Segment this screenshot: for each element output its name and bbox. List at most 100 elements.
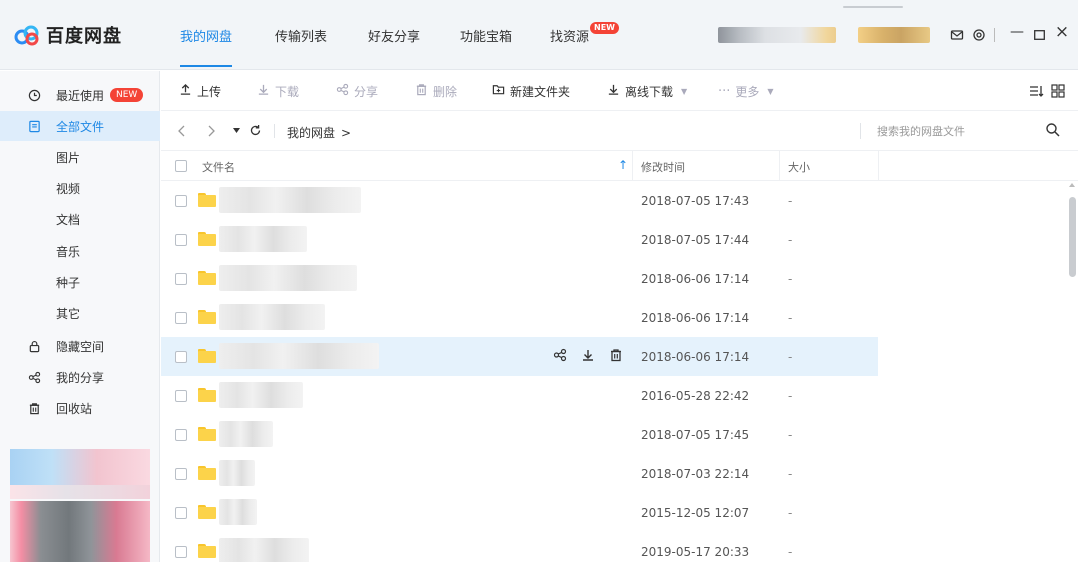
modified-date: 2018-07-05 17:44	[641, 233, 750, 247]
row-checkbox[interactable]	[175, 273, 187, 285]
tab-feature-box[interactable]: 功能宝箱	[460, 26, 512, 45]
column-header-name[interactable]: 文件名	[202, 159, 235, 175]
sidebar-item-recycle-bin[interactable]: 回收站	[0, 393, 160, 423]
row-checkbox[interactable]	[175, 351, 187, 363]
share-icon	[26, 369, 42, 385]
file-row[interactable]: 2016-05-28 22:42 -	[161, 376, 878, 415]
refresh-icon[interactable]	[249, 124, 262, 137]
row-checkbox[interactable]	[175, 390, 187, 402]
sort-icon[interactable]	[1029, 84, 1044, 98]
download-button[interactable]: 下载	[257, 83, 299, 100]
column-divider	[779, 151, 780, 181]
upload-button[interactable]: 上传	[179, 83, 221, 100]
file-name-blurred[interactable]	[219, 499, 257, 525]
share-button[interactable]: 分享	[336, 83, 378, 100]
sidebar-item-my-shares[interactable]: 我的分享	[0, 362, 160, 392]
sidebar-item-documents[interactable]: 文档	[0, 204, 160, 234]
file-name-blurred[interactable]	[219, 304, 325, 330]
select-all-checkbox[interactable]	[175, 160, 187, 172]
file-row[interactable]: 2015-12-05 12:07 -	[161, 493, 878, 532]
sidebar-item-hidden-space[interactable]: 隐藏空间	[0, 331, 160, 361]
promo-banner-blurred[interactable]	[10, 501, 150, 562]
tab-friend-share[interactable]: 好友分享	[368, 26, 420, 45]
more-button[interactable]: ··· 更多 ▼	[718, 83, 774, 100]
row-checkbox[interactable]	[175, 312, 187, 324]
history-dropdown-icon[interactable]	[233, 128, 240, 133]
share-icon[interactable]	[553, 348, 567, 362]
column-divider	[878, 151, 879, 181]
file-name-blurred[interactable]	[219, 421, 273, 447]
sidebar-item-all-files[interactable]: 全部文件	[0, 111, 160, 141]
search-icon[interactable]	[1045, 122, 1061, 138]
tab-transfer-list[interactable]: 传输列表	[275, 26, 327, 45]
trash-icon	[415, 83, 428, 100]
app-logo: 百度网盘	[12, 20, 122, 50]
file-size: -	[788, 272, 793, 286]
grid-view-icon[interactable]	[1051, 84, 1065, 98]
file-list-scrollbar[interactable]	[1067, 181, 1078, 562]
column-header-size[interactable]: 大小	[788, 159, 810, 175]
scroll-up-arrow-icon[interactable]	[1069, 183, 1075, 187]
back-icon[interactable]	[177, 125, 186, 137]
mail-icon[interactable]	[950, 28, 964, 42]
scroll-thumb[interactable]	[1069, 197, 1076, 277]
file-name-blurred[interactable]	[219, 343, 379, 369]
file-row[interactable]: 2018-06-06 17:14 -	[161, 337, 878, 376]
file-name-blurred[interactable]	[219, 382, 303, 408]
file-name-blurred[interactable]	[219, 538, 309, 562]
offline-download-button[interactable]: 离线下载 ▼	[607, 83, 687, 100]
file-row[interactable]: 2018-07-05 17:45 -	[161, 415, 878, 454]
file-row[interactable]: 2018-06-06 17:14 -	[161, 259, 878, 298]
row-checkbox[interactable]	[175, 234, 187, 246]
file-name-blurred[interactable]	[219, 460, 255, 486]
download-icon[interactable]	[581, 348, 595, 362]
folder-icon	[198, 193, 216, 207]
sort-ascending-icon[interactable]: ↑	[618, 158, 628, 172]
maximize-icon[interactable]	[1034, 30, 1045, 40]
new-folder-label: 新建文件夹	[510, 85, 571, 99]
sidebar-item-images[interactable]: 图片	[0, 142, 160, 172]
close-icon[interactable]: ×	[1053, 22, 1071, 42]
vip-badge-blurred[interactable]	[858, 27, 930, 43]
modified-date: 2018-06-06 17:14	[641, 311, 750, 325]
row-checkbox[interactable]	[175, 507, 187, 519]
file-row[interactable]: 2018-07-03 22:14 -	[161, 454, 878, 493]
user-avatar-blurred[interactable]	[718, 27, 836, 43]
file-name-blurred[interactable]	[219, 226, 307, 252]
tab-find-resources[interactable]: 找资源	[550, 26, 589, 45]
sidebar-item-recent[interactable]: 最近使用 NEW	[0, 80, 160, 110]
sidebar-item-label: 隐藏空间	[56, 339, 105, 354]
file-row[interactable]: 2018-06-06 17:14 -	[161, 298, 878, 337]
sidebar-item-music[interactable]: 音乐	[0, 236, 160, 266]
forward-icon[interactable]	[207, 125, 216, 137]
sidebar-item-other[interactable]: 其它	[0, 298, 160, 328]
file-row[interactable]: 2018-07-05 17:44 -	[161, 220, 878, 259]
breadcrumb-root[interactable]: 我的网盘	[287, 126, 335, 140]
search-input[interactable]	[877, 121, 1027, 141]
tab-my-netdisk[interactable]: 我的网盘	[180, 26, 233, 67]
new-folder-button[interactable]: 新建文件夹	[492, 83, 570, 100]
file-row[interactable]: 2018-07-05 17:43 -	[161, 181, 878, 220]
file-size: -	[788, 350, 793, 364]
sidebar-item-label: 回收站	[56, 401, 93, 416]
sidebar-item-torrents[interactable]: 种子	[0, 267, 160, 297]
row-checkbox[interactable]	[175, 546, 187, 558]
row-checkbox[interactable]	[175, 468, 187, 480]
trash-icon[interactable]	[609, 348, 623, 362]
breadcrumb[interactable]: 我的网盘 >	[287, 124, 351, 141]
folder-icon	[198, 466, 216, 480]
minimize-icon[interactable]: —	[1008, 24, 1026, 40]
file-name-blurred[interactable]	[219, 265, 357, 291]
new-folder-icon	[492, 83, 505, 100]
column-header-modified[interactable]: 修改时间	[641, 159, 685, 175]
file-size: -	[788, 506, 793, 520]
file-row[interactable]: 2019-05-17 20:33 -	[161, 532, 878, 562]
file-name-blurred[interactable]	[219, 187, 361, 213]
row-checkbox[interactable]	[175, 429, 187, 441]
sidebar-item-label: 文档	[56, 212, 81, 227]
storage-quota-blurred[interactable]	[10, 449, 150, 485]
row-checkbox[interactable]	[175, 195, 187, 207]
settings-icon[interactable]	[972, 28, 986, 42]
delete-button[interactable]: 删除	[415, 83, 457, 100]
sidebar-item-videos[interactable]: 视频	[0, 173, 160, 203]
